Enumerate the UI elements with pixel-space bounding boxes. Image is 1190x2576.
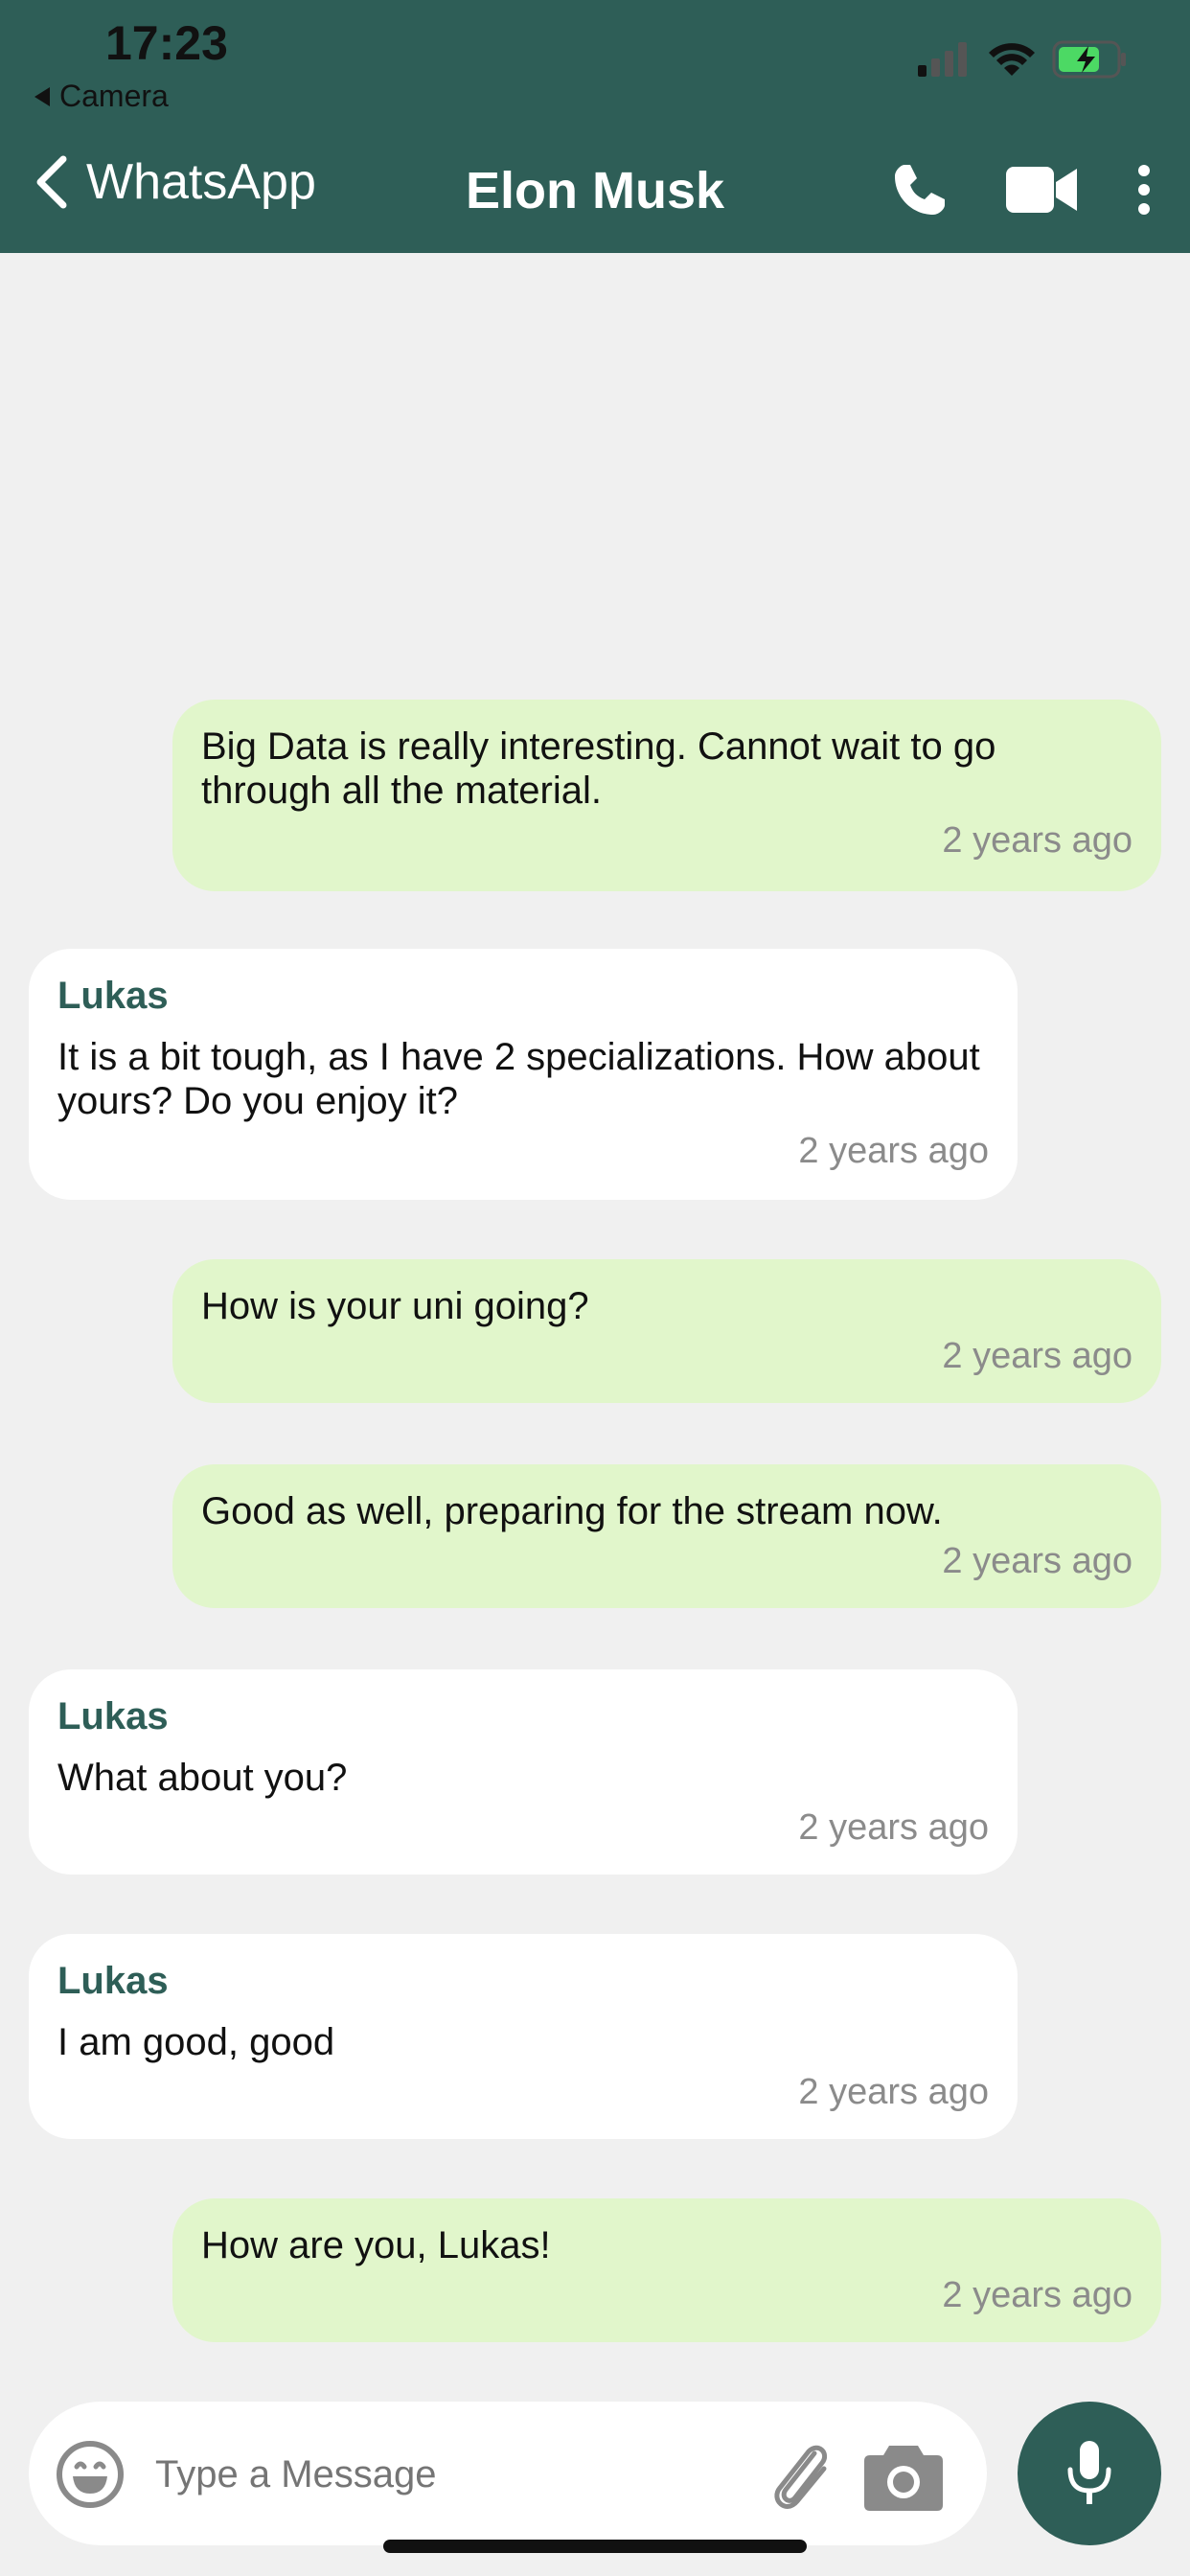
message-time: 2 years ago [798,1807,989,1848]
signal-icon [918,42,967,77]
more-options-icon[interactable] [1136,165,1152,215]
microphone-button[interactable] [1018,2402,1161,2545]
back-app-label: Camera [59,79,169,113]
message-time: 2 years ago [942,1336,1133,1376]
message-bubble-incoming[interactable]: Lukas What about you? 2 years ago [29,1669,1018,1874]
top-bar: 17:23 Camera WhatsApp Elon Musk [0,0,1190,253]
back-to-camera-link[interactable]: Camera [34,79,169,114]
message-bubble-outgoing[interactable]: How are you, Lukas! 2 years ago [172,2198,1161,2342]
message-input[interactable] [153,2440,751,2509]
battery-charging-icon [1052,40,1126,79]
message-time: 2 years ago [942,820,1133,861]
message-bubble-incoming[interactable]: Lukas It is a bit tough, as I have 2 spe… [29,949,1018,1200]
paperclip-icon[interactable] [767,2440,835,2513]
microphone-icon [1067,2441,1111,2504]
message-sender: Lukas [57,1695,169,1737]
status-icons [918,40,1129,79]
chat-nav-bar: WhatsApp Elon Musk [0,144,1190,240]
message-bubble-incoming[interactable]: Lukas I am good, good 2 years ago [29,1934,1018,2139]
message-sender: Lukas [57,1960,169,2002]
message-text: What about you? [57,1757,348,1799]
camera-icon[interactable] [862,2440,945,2513]
message-time: 2 years ago [798,1131,989,1171]
wifi-icon [989,43,1035,76]
message-text: It is a bit tough, as I have 2 specializ… [57,1036,980,1122]
video-call-icon[interactable] [1006,165,1079,215]
message-time: 2 years ago [798,2072,989,2112]
message-bubble-outgoing[interactable]: Big Data is really interesting. Cannot w… [172,700,1161,891]
status-time: 17:23 [105,16,228,70]
message-composer [29,2402,987,2545]
chat-area[interactable]: Big Data is really interesting. Cannot w… [0,253,1190,2361]
message-time: 2 years ago [942,2275,1133,2315]
phone-call-icon[interactable] [891,161,949,218]
message-time: 2 years ago [942,1541,1133,1581]
message-text: I am good, good [57,2021,335,2063]
message-bubble-outgoing[interactable]: Good as well, preparing for the stream n… [172,1464,1161,1608]
message-text: Big Data is really interesting. Cannot w… [201,725,996,812]
message-text: How is your uni going? [201,1285,589,1327]
message-sender: Lukas [57,975,169,1017]
message-bubble-outgoing[interactable]: How is your uni going? 2 years ago [172,1259,1161,1403]
back-triangle-icon [34,86,50,106]
message-text: How are you, Lukas! [201,2224,551,2266]
emoji-icon[interactable] [56,2440,125,2509]
message-text: Good as well, preparing for the stream n… [201,1490,943,1532]
home-indicator [383,2540,807,2553]
nav-actions [891,161,1152,218]
